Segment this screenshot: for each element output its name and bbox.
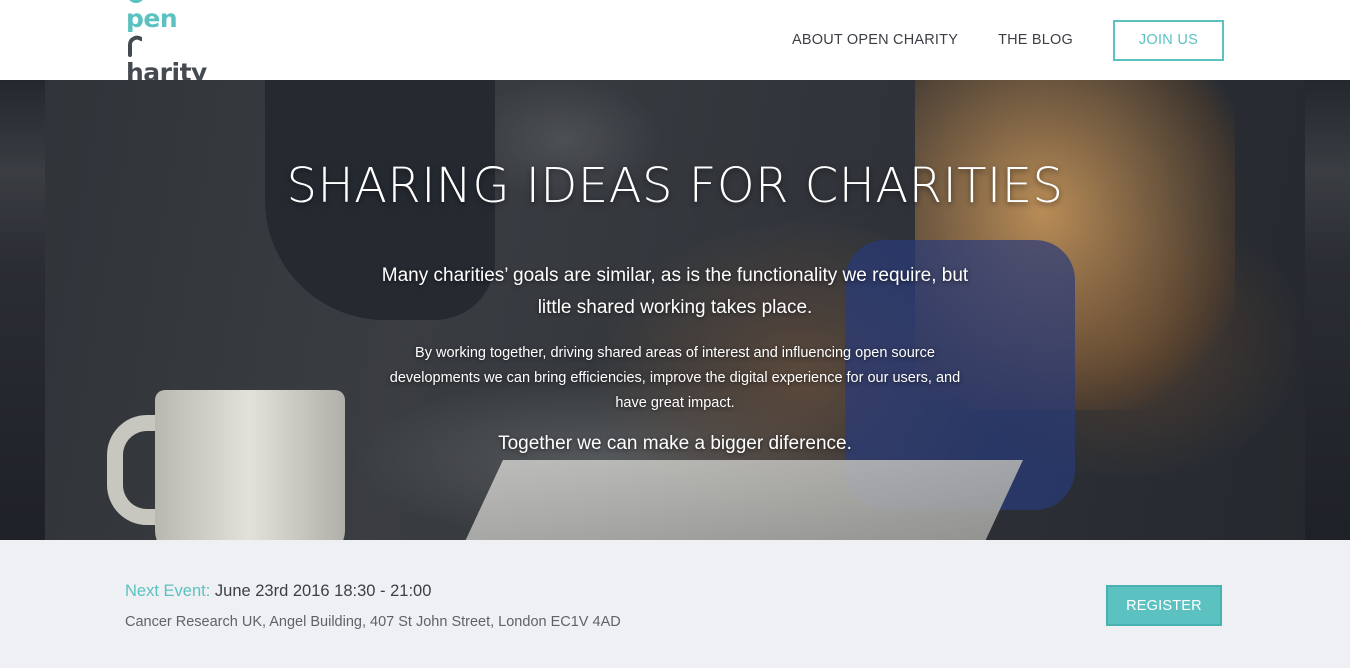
- hero-title: SHARING IDEAS FOR CHARITIES: [286, 158, 1064, 214]
- logo-o-icon: [129, 0, 143, 3]
- event-datetime: June 23rd 2016 18:30 - 21:00: [214, 582, 432, 600]
- hero-body: By working together, driving shared area…: [389, 345, 961, 411]
- nav-about-link[interactable]: ABOUT OPEN CHARITY: [792, 32, 958, 48]
- join-us-button[interactable]: JOIN US: [1113, 19, 1224, 61]
- event-line: Next Event: June 23rd 2016 18:30 - 21:00: [125, 582, 431, 601]
- logo-c-icon: [128, 35, 142, 57]
- nav-blog-link[interactable]: THE BLOG: [998, 32, 1073, 48]
- hero-lead: Many charities’ goals are similar, as is…: [381, 265, 969, 318]
- site-header: pen harity ABOUT OPEN CHARITY THE BLOG J…: [0, 0, 1350, 87]
- logo-open-text: pen: [126, 4, 178, 33]
- event-location: Cancer Research UK, Angel Building, 407 …: [125, 614, 621, 630]
- hero-banner: SHARING IDEAS FOR CHARITIES Many chariti…: [45, 80, 1305, 540]
- main-nav: ABOUT OPEN CHARITY THE BLOG JOIN US: [792, 0, 1224, 80]
- hero-tagline: Together we can make a bigger diference.: [498, 433, 852, 454]
- logo[interactable]: pen harity: [126, 0, 207, 87]
- register-button[interactable]: REGISTER: [1106, 585, 1222, 626]
- hero-content: SHARING IDEAS FOR CHARITIES Many chariti…: [45, 80, 1305, 540]
- event-label: Next Event:: [125, 582, 211, 600]
- next-event-bar: Next Event: June 23rd 2016 18:30 - 21:00…: [0, 540, 1350, 668]
